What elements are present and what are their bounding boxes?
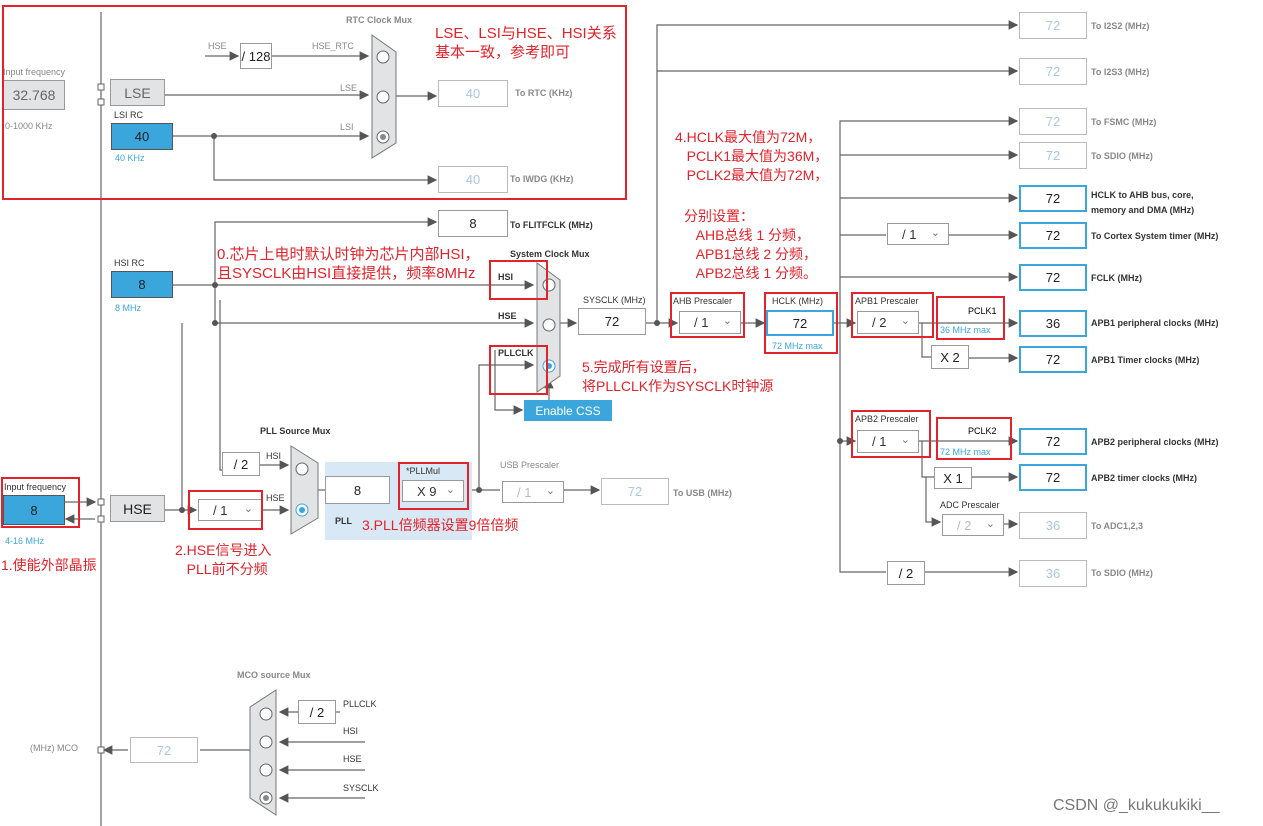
- sysmux-title: System Clock Mux: [510, 249, 590, 259]
- apb2-peripheral-label: APB2 peripheral clocks (MHz): [1091, 437, 1219, 447]
- mco-div2: / 2: [298, 700, 336, 724]
- annotation-box-pllclk: [489, 345, 548, 395]
- apb1-peripheral-label: APB1 peripheral clocks (MHz): [1091, 318, 1219, 328]
- chevron-down-icon: ⌄: [985, 518, 995, 530]
- fclk-label: FCLK (MHz): [1091, 273, 1142, 283]
- adc-label: To ADC1,2,3: [1091, 521, 1144, 531]
- apb1-timer-mult: X 2: [931, 345, 969, 369]
- usb-prescaler-label: USB Prescaler: [500, 460, 560, 470]
- fclk-value[interactable]: 72: [1019, 264, 1087, 291]
- mco-label: (MHz) MCO: [30, 743, 78, 753]
- annotation-box-apb2: [851, 410, 931, 458]
- cortex-timer-label: To Cortex System timer (MHz): [1091, 231, 1219, 241]
- sdio2-divider: / 2: [887, 561, 925, 585]
- adc-prescaler-label: ADC Prescaler: [940, 500, 1000, 510]
- apb1-timer-value[interactable]: 72: [1019, 346, 1087, 373]
- note-5: 5.完成所有设置后， 将PLLCLK作为SYSCLK时钟源: [582, 359, 774, 394]
- mco-hsi: HSI: [343, 726, 359, 736]
- flitfclk-value: 8: [438, 210, 508, 237]
- annotation-box-hsi: [489, 260, 548, 300]
- apb2-peripheral-value[interactable]: 72: [1019, 428, 1087, 455]
- adc-value: / 2: [957, 517, 972, 533]
- note-0: 0.芯片上电时默认时钟为芯片内部HSI， 且SYSCLK由HSI直接提供，频率8…: [217, 246, 480, 282]
- hclk-ahb-label-2: memory and DMA (MHz): [1091, 205, 1195, 215]
- apb1-peripheral-value[interactable]: 36: [1019, 310, 1087, 337]
- cortex-timer-value[interactable]: 72: [1019, 222, 1087, 249]
- note-3: 3.PLL倍频器设置9倍倍频: [362, 517, 519, 533]
- annotation-box-hclk: [764, 292, 838, 354]
- annotation-box-pclk2: [936, 417, 1012, 460]
- watermark: CSDN @_kukukukiki__: [1053, 797, 1220, 814]
- sysclk-value[interactable]: 72: [578, 308, 646, 335]
- sdio-label: To SDIO (MHz): [1091, 151, 1153, 161]
- usb-label: To USB (MHz): [673, 488, 732, 498]
- note-4: 4.HCLK最大值为72M， PCLK1最大值为36M， PCLK2最大值为72…: [675, 129, 829, 183]
- cortex-div-value: / 1: [902, 226, 917, 242]
- annotation-box-pclk1: [936, 296, 1005, 340]
- hsi-div2: / 2: [222, 452, 260, 476]
- mco-title: MCO source Mux: [237, 670, 311, 680]
- mco-sysclk: SYSCLK: [343, 783, 379, 793]
- pll-source-mux: [290, 445, 319, 535]
- hsi-value: 8: [111, 271, 173, 298]
- hsi-title: HSI RC: [114, 258, 145, 268]
- fsmc-value: 72: [1019, 108, 1087, 135]
- sdio2-label: To SDIO (MHz): [1091, 568, 1153, 578]
- i2s3-value: 72: [1019, 58, 1087, 85]
- annotation-box-hse-input: [1, 477, 80, 528]
- hclk-ahb-label: HCLK to AHB bus, core,: [1091, 190, 1194, 200]
- pll-hse-label: HSE: [266, 493, 285, 503]
- hclk-ahb-value[interactable]: 72: [1019, 185, 1087, 212]
- note-4b: 分别设置： AHB总线 1 分频， APB1总线 2 分频， APB2总线 1 …: [684, 208, 818, 281]
- usb-value: 72: [601, 478, 669, 505]
- note-2: 2.HSE信号进入 PLL前不分频: [175, 542, 272, 577]
- hsi-unit: 8 MHz: [115, 303, 142, 313]
- apb2-timer-mult: X 1: [934, 467, 972, 489]
- sdio-value: 72: [1019, 142, 1087, 169]
- annotation-box-apb1: [851, 292, 934, 338]
- i2s2-value: 72: [1019, 12, 1087, 39]
- fsmc-label: To FSMC (MHz): [1091, 117, 1157, 127]
- annotation-box-ahb: [670, 292, 745, 338]
- enable-css-button[interactable]: Enable CSS: [524, 400, 612, 421]
- sysclk-label: SYSCLK (MHz): [583, 295, 646, 305]
- i2s2-label: To I2S2 (MHz): [1091, 21, 1150, 31]
- adc-value: 36: [1019, 512, 1087, 539]
- mco-value: 72: [130, 737, 198, 763]
- cortex-timer-divider-select[interactable]: / 1 ⌄: [887, 223, 949, 245]
- apb2-timer-value[interactable]: 72: [1019, 464, 1087, 491]
- pll-hsi-label: HSI: [266, 451, 282, 461]
- adc-prescaler-select[interactable]: / 2 ⌄: [942, 514, 1004, 536]
- apb1-timer-label: APB1 Timer clocks (MHz): [1091, 355, 1200, 365]
- annotation-box-pllmul: [398, 462, 469, 510]
- sysmux-hse: HSE: [498, 311, 517, 321]
- pll-input-value: 8: [325, 476, 390, 504]
- annotation-box-hse-div: [188, 490, 263, 530]
- hse-block[interactable]: HSE: [110, 495, 165, 522]
- apb2-timer-label: APB2 timer clocks (MHz): [1091, 473, 1198, 483]
- note-rtc: LSE、LSI与HSE、HSI关系 基本一致，参考即可: [435, 25, 617, 61]
- flitfclk-label: To FLITFCLK (MHz): [510, 220, 593, 230]
- pll-label: PLL: [335, 516, 352, 526]
- chevron-down-icon: ⌄: [545, 485, 555, 497]
- sdio2-value: 36: [1019, 560, 1087, 587]
- mco-hse: HSE: [343, 754, 362, 764]
- usb-div-value: / 1: [517, 484, 532, 500]
- chevron-down-icon: ⌄: [930, 227, 940, 239]
- i2s3-label: To I2S3 (MHz): [1091, 67, 1150, 77]
- note-1: 1.使能外部晶振: [1, 557, 97, 573]
- hse-range: 4-16 MHz: [5, 536, 45, 546]
- pll-mux-title: PLL Source Mux: [260, 426, 331, 436]
- mco-pllclk: PLLCLK: [343, 699, 377, 709]
- usb-prescaler-select[interactable]: / 1 ⌄: [502, 481, 564, 503]
